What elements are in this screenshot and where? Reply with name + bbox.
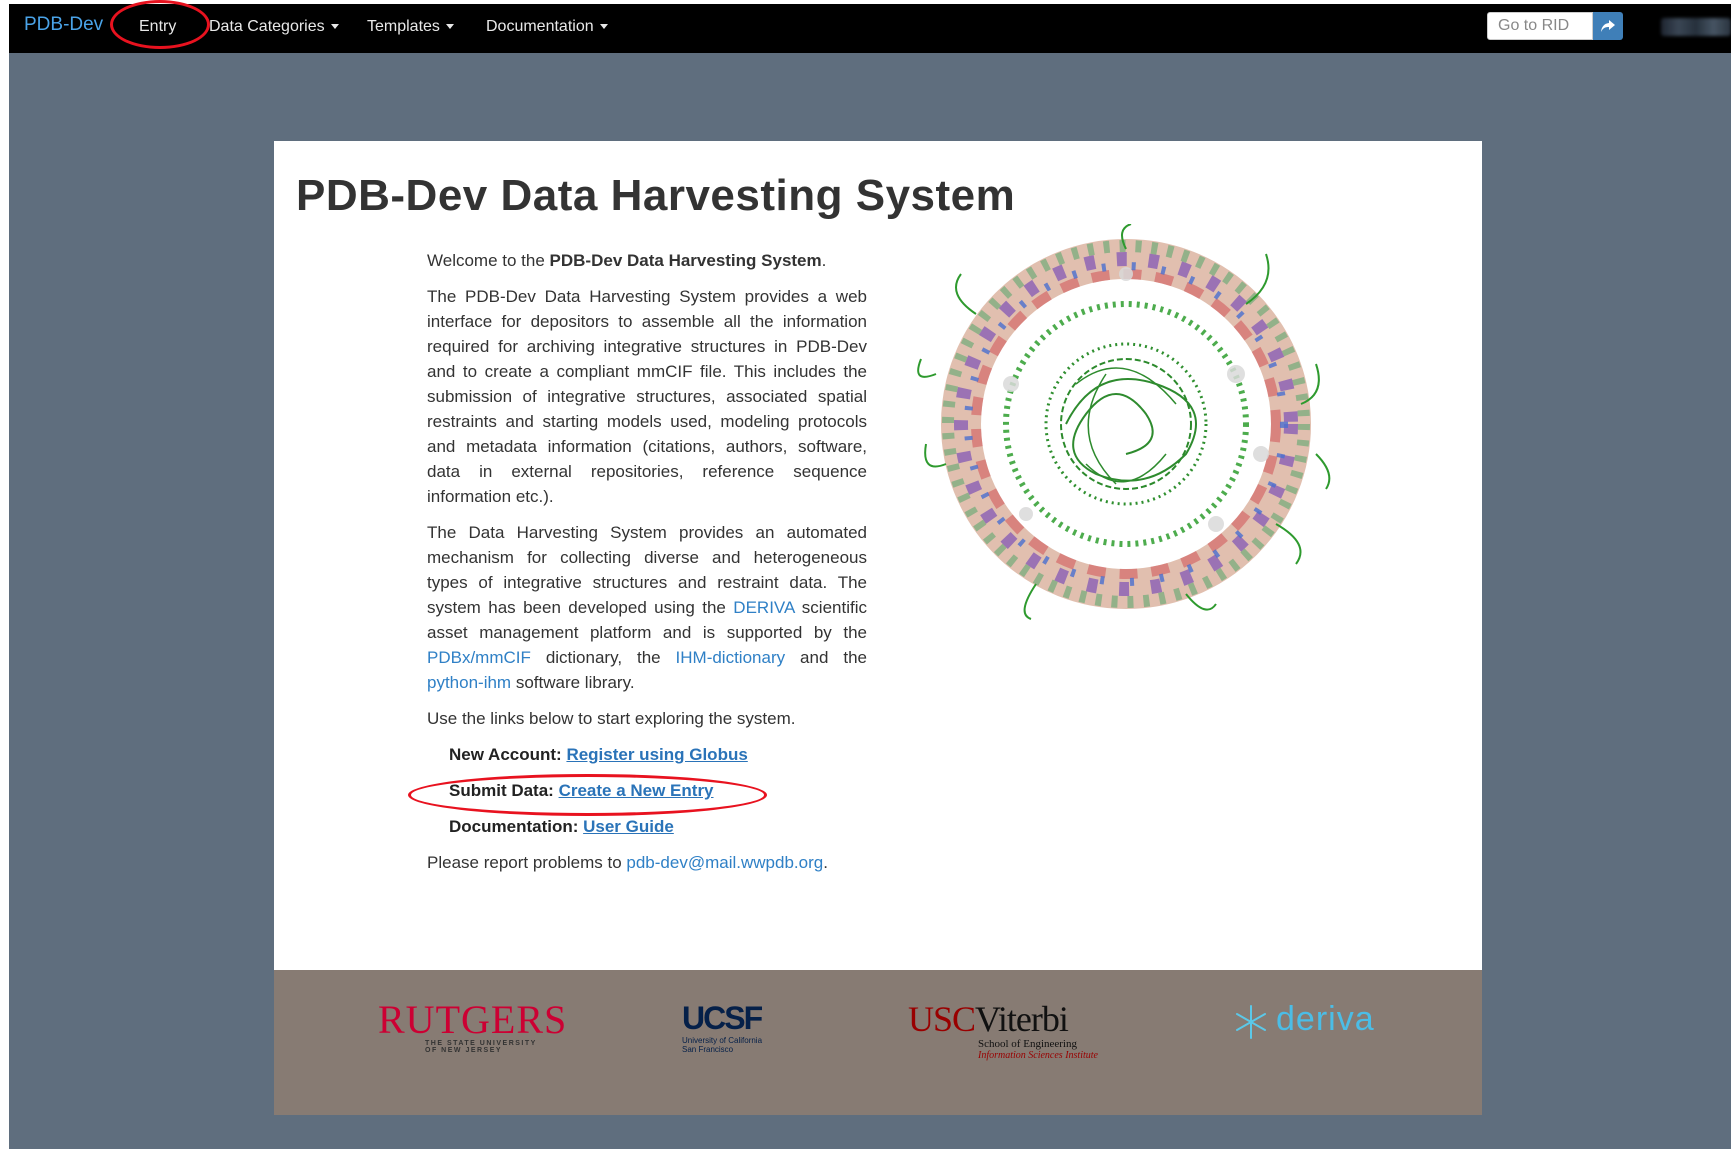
usc-sub1: School of Engineering	[978, 1038, 1077, 1050]
deriva-link[interactable]: DERIVA	[733, 598, 794, 617]
rutgers-name: RUTGERS	[378, 997, 568, 1042]
nav-data-categories-label: Data Categories	[209, 18, 325, 35]
main-card: PDB-Dev Data Harvesting System Welcome t…	[274, 141, 1482, 970]
annotation-circle-entry	[110, 0, 210, 49]
nav-templates[interactable]: Templates	[367, 18, 454, 36]
usc-viterbi-logo[interactable]: USCViterbi School of Engineering Informa…	[908, 1000, 1128, 1061]
system-paragraph: The Data Harvesting System provides an a…	[427, 520, 867, 695]
system-text-3: dictionary, the	[530, 648, 676, 667]
report-suffix: .	[823, 853, 828, 872]
documentation-label: Documentation:	[449, 817, 584, 836]
ihm-dictionary-link[interactable]: IHM-dictionary	[676, 648, 786, 667]
system-text-4: and the	[785, 648, 867, 667]
welcome-suffix: .	[821, 251, 827, 270]
page-title: PDB-Dev Data Harvesting System	[296, 171, 1016, 220]
rutgers-sub1: THE STATE UNIVERSITY	[425, 1040, 537, 1047]
new-account-row: New Account: Register using Globus	[449, 742, 867, 767]
register-globus-link[interactable]: Register using Globus	[566, 745, 747, 764]
deriva-logo[interactable]: deriva	[1234, 1000, 1394, 1050]
nav-documentation-label: Documentation	[486, 18, 594, 35]
report-prefix: Please report problems to	[427, 853, 627, 872]
deriva-name: deriva	[1276, 1000, 1375, 1038]
molecular-structure-image	[917, 224, 1331, 620]
rutgers-sub2: OF NEW JERSEY	[425, 1047, 503, 1054]
caret-down-icon	[445, 24, 454, 30]
share-arrow-icon	[1601, 20, 1615, 32]
viterbi-name: Viterbi	[975, 999, 1069, 1039]
rid-go-button[interactable]	[1593, 12, 1623, 40]
caret-down-icon	[330, 24, 339, 30]
ucsf-name: UCSF	[682, 1000, 763, 1036]
report-problems-text: Please report problems to pdb-dev@mail.w…	[427, 850, 867, 875]
go-to-rid-form	[1487, 12, 1648, 40]
pdbx-mmcif-link[interactable]: PDBx/mmCIF	[427, 648, 531, 667]
welcome-prefix: Welcome to the	[427, 251, 550, 270]
usc-name: USC	[908, 999, 976, 1039]
nav-data-categories[interactable]: Data Categories	[209, 18, 339, 36]
top-navbar: PDB-Dev Entry Data Categories Templates …	[9, 4, 1731, 53]
caret-down-icon	[599, 24, 608, 30]
description-paragraph: The PDB-Dev Data Harvesting System provi…	[427, 287, 867, 506]
user-guide-link[interactable]: User Guide	[583, 817, 674, 836]
footer-logos: RUTGERS THE STATE UNIVERSITY OF NEW JERS…	[274, 970, 1482, 1115]
ucsf-sub1: University of California	[682, 1036, 763, 1045]
report-email-link[interactable]: pdb-dev@mail.wwpdb.org	[626, 853, 823, 872]
user-menu-redacted[interactable]	[1661, 18, 1731, 36]
explore-text: Use the links below to start exploring t…	[427, 709, 796, 728]
nav-templates-label: Templates	[367, 18, 440, 35]
welcome-text: Welcome to the PDB-Dev Data Harvesting S…	[427, 248, 867, 273]
annotation-circle-create-entry	[408, 774, 767, 816]
brand-link[interactable]: PDB-Dev	[24, 14, 103, 36]
ucsf-sub2: San Francisco	[682, 1045, 734, 1054]
python-ihm-link[interactable]: python-ihm	[427, 673, 511, 692]
new-account-label: New Account:	[449, 745, 567, 764]
welcome-system-name: PDB-Dev Data Harvesting System	[549, 251, 822, 270]
rid-input[interactable]	[1487, 12, 1593, 40]
ucsf-logo[interactable]: UCSF University of California San Franci…	[682, 1000, 792, 1054]
documentation-row: Documentation: User Guide	[449, 814, 867, 839]
rutgers-logo[interactable]: RUTGERS THE STATE UNIVERSITY OF NEW JERS…	[378, 997, 568, 1055]
usc-sub2: Information Sciences Institute	[978, 1050, 1098, 1061]
deriva-star-icon	[1236, 1005, 1266, 1039]
system-text-5: software library.	[511, 673, 635, 692]
nav-documentation[interactable]: Documentation	[486, 18, 608, 36]
